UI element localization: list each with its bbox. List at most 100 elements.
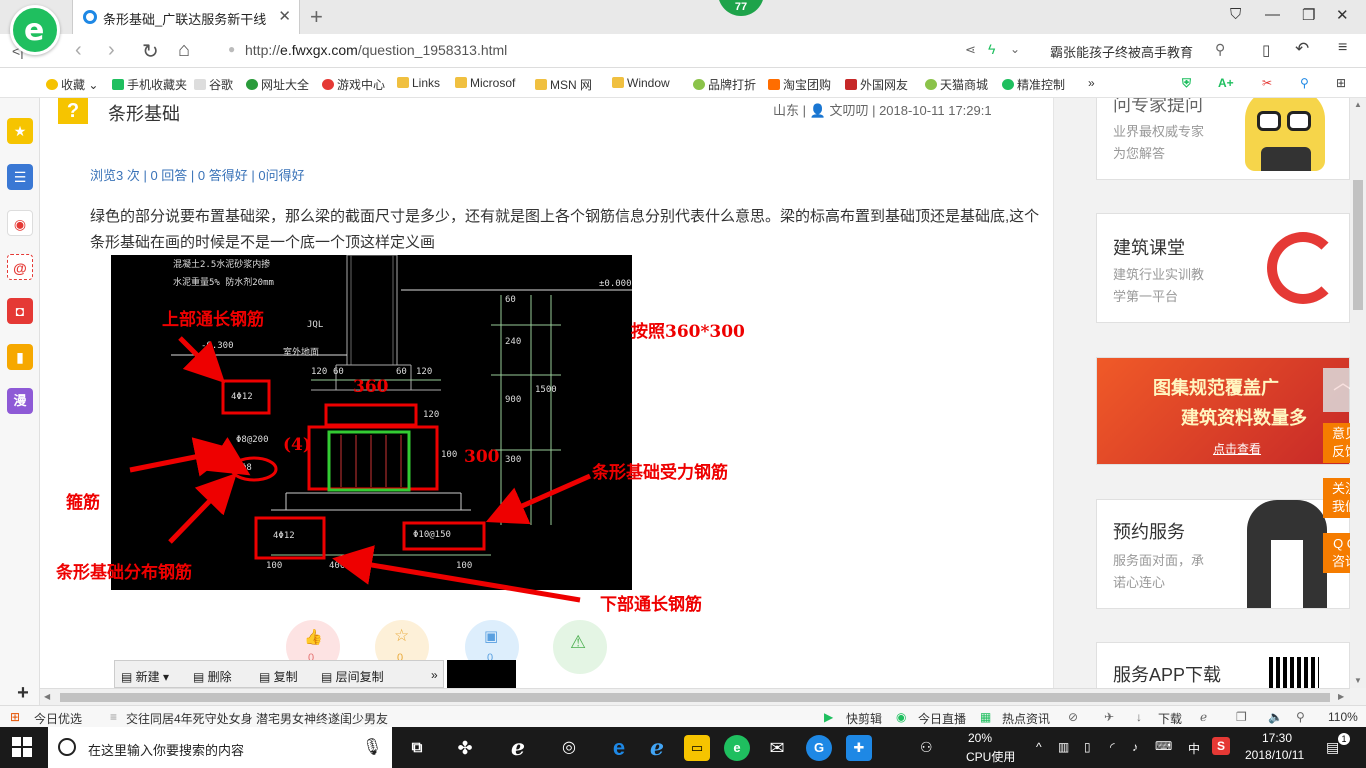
book-icon[interactable]: ▮ (7, 344, 33, 370)
file-explorer-icon[interactable]: ▭ (684, 735, 710, 761)
keyboard-icon[interactable]: ⌨ (1155, 739, 1172, 753)
booking-card[interactable]: 预约服务 服务面对面，承 诺心连心 (1096, 499, 1350, 609)
url-field[interactable]: http://e.fwxgx.com/question_1958313.html (245, 42, 507, 58)
undo-icon[interactable]: ↶ (1295, 39, 1309, 59)
bookmark-foreign[interactable]: 外国网友 (845, 76, 908, 93)
window-icon[interactable]: ❐ (1236, 710, 1247, 724)
g-app-icon[interactable]: G (806, 735, 832, 761)
search-icon[interactable]: ⚲ (1215, 41, 1225, 58)
taskbar-search-box[interactable]: 在这里输入你要搜索的内容 🎙 (48, 727, 392, 768)
plus-app-icon[interactable]: ✚ (846, 735, 872, 761)
download-link[interactable]: 下载 (1158, 710, 1182, 727)
action-center-icon[interactable]: ▤ (1326, 739, 1339, 756)
app-swirl-icon[interactable]: ◎ (556, 735, 582, 761)
restore-button[interactable]: ❐ (1302, 6, 1315, 24)
pin-icon[interactable]: ✈ (1104, 710, 1114, 724)
app-download-card[interactable]: 服务APP下载 (1096, 642, 1350, 688)
search-suggestion[interactable]: 霸张能孩子终被高手教育 (1050, 42, 1193, 61)
report-button[interactable]: ⚠ (553, 620, 607, 674)
hot-news-link[interactable]: 热点资讯 (1002, 710, 1050, 727)
bookmark-links[interactable]: Links (397, 76, 440, 90)
horizontal-scrollbar[interactable]: ◀ ▶ (40, 688, 1350, 705)
back-to-top-button[interactable]: ︿ (1323, 368, 1350, 412)
chevron-down-icon[interactable]: ⌄ (1010, 42, 1020, 56)
tray-app-icon[interactable]: ▥ (1058, 740, 1069, 754)
new-tab-button[interactable]: + (310, 4, 323, 30)
bookmark-windows[interactable]: Window (612, 76, 670, 90)
download-icon[interactable]: ↓ (1136, 710, 1142, 724)
add-sidebar-icon[interactable]: + (10, 680, 36, 706)
bookmark-tmall[interactable]: 天猫商城 (925, 76, 988, 93)
wifi-icon[interactable]: ◜ (1110, 740, 1115, 754)
compass-icon[interactable]: ⊘ (1068, 710, 1078, 724)
star-icon[interactable]: ★ (7, 118, 33, 144)
qr-code-icon[interactable] (1269, 657, 1319, 688)
ie-mode-icon[interactable]: ℯ (1200, 710, 1207, 724)
translate-icon[interactable]: A+ (1218, 76, 1234, 90)
zoom-icon[interactable]: ⚲ (1296, 710, 1305, 724)
ime-indicator[interactable]: 中 (1188, 740, 1200, 757)
toolbar-more-icon[interactable]: » (431, 668, 438, 682)
speed-badge[interactable]: 77 (718, 0, 764, 16)
shirt-skin-icon[interactable]: ⛉ (1230, 6, 1241, 23)
weibo-icon[interactable]: ◉ (7, 210, 33, 236)
bookmark-taobao[interactable]: 淘宝团购 (768, 76, 831, 93)
news-icon[interactable]: ☰ (7, 164, 33, 190)
feedback-button[interactable]: 意见反馈 (1323, 423, 1350, 463)
phone-icon[interactable]: ▯ (1262, 41, 1270, 59)
zoom-level[interactable]: 110% (1328, 710, 1358, 724)
bookmark-google[interactable]: 谷歌 (194, 76, 233, 93)
toolbar-new-button[interactable]: ▤ 新建 ▾ (121, 668, 169, 685)
ie-icon[interactable]: ℯ (644, 735, 670, 761)
grid-apps-icon[interactable]: ⊞ (1336, 76, 1346, 90)
today-picks-link[interactable]: 今日优选 (34, 710, 82, 727)
bookmark-sites[interactable]: 网址大全 (246, 76, 309, 93)
bookmark-games[interactable]: 游戏中心 (322, 76, 385, 93)
volume-icon[interactable]: 🔈 (1268, 710, 1283, 724)
game-icon[interactable]: ◘ (7, 298, 33, 324)
back-button[interactable]: ‹ (75, 39, 82, 62)
close-tab-icon[interactable]: ✕ (278, 7, 291, 25)
people-icon[interactable]: ⚇ (920, 739, 933, 756)
toolbar-delete-button[interactable]: ▤ 删除 (193, 668, 232, 685)
vertical-scrollbar[interactable]: ▲ ▼ (1350, 98, 1366, 688)
more-bookmarks-icon[interactable]: » (1088, 76, 1095, 90)
author-name[interactable]: 文叨叨 (829, 103, 868, 118)
follow-button[interactable]: 关注我们 (1323, 478, 1350, 518)
bookmark-microsoft[interactable]: Microsof (455, 76, 515, 90)
edge-e-icon[interactable]: ℯ (505, 735, 531, 761)
bookmark-precise[interactable]: 精准控制 (1002, 76, 1065, 93)
bookmark-brand[interactable]: 品牌打折 (693, 76, 756, 93)
sogou-ime-icon[interactable]: S (1212, 737, 1230, 755)
edge-icon[interactable]: e (606, 735, 632, 761)
find-icon[interactable]: ⚲ (1300, 76, 1309, 90)
mail-icon[interactable]: ✉ (764, 735, 790, 761)
windows-start-icon[interactable] (12, 737, 32, 757)
speaker-icon[interactable]: ♪ (1132, 740, 1138, 754)
bookmark-favorites[interactable]: 收藏 ⌄ (46, 76, 98, 93)
bookmark-msn[interactable]: MSN 网 (535, 76, 592, 93)
clock-date[interactable]: 2018/10/11 (1245, 748, 1304, 762)
toolbar-floor-copy-button[interactable]: ▤ 层间复制 (321, 668, 384, 685)
horizontal-scroll-thumb[interactable] (60, 693, 1330, 702)
pinwheel-icon[interactable]: ✤ (452, 735, 478, 761)
minimize-button[interactable]: — (1265, 6, 1280, 23)
vertical-scroll-thumb[interactable] (1353, 180, 1363, 310)
clock-time[interactable]: 17:30 (1262, 731, 1292, 745)
tray-bell-icon[interactable]: ▯ (1084, 740, 1091, 754)
close-window-button[interactable]: ✕ (1336, 6, 1349, 24)
browser-taskbar-icon[interactable]: e (724, 735, 750, 761)
task-view-icon[interactable]: ⧉ (404, 735, 430, 761)
bookmark-mobile[interactable]: 手机收藏夹 (112, 76, 187, 93)
news-ticker-link[interactable]: 交往同居4年死守处女身 潜宅男女神终遂闺少男友 (126, 710, 388, 727)
manga-icon[interactable]: 漫 (7, 388, 33, 414)
email-icon[interactable]: @ (7, 254, 33, 280)
refresh-button[interactable]: ↻ (142, 39, 159, 64)
scissors-icon[interactable]: ✂ (1262, 76, 1272, 90)
share-icon[interactable]: ⋖ (965, 42, 976, 58)
forward-button[interactable]: › (108, 39, 115, 62)
live-link[interactable]: 今日直播 (918, 710, 966, 727)
qq-consult-button[interactable]: Q Q咨询 (1323, 533, 1350, 573)
tray-expand-icon[interactable]: ^ (1036, 740, 1042, 754)
expert-card[interactable]: 问专家提问 业界最权威专家 为您解答 (1096, 98, 1350, 180)
